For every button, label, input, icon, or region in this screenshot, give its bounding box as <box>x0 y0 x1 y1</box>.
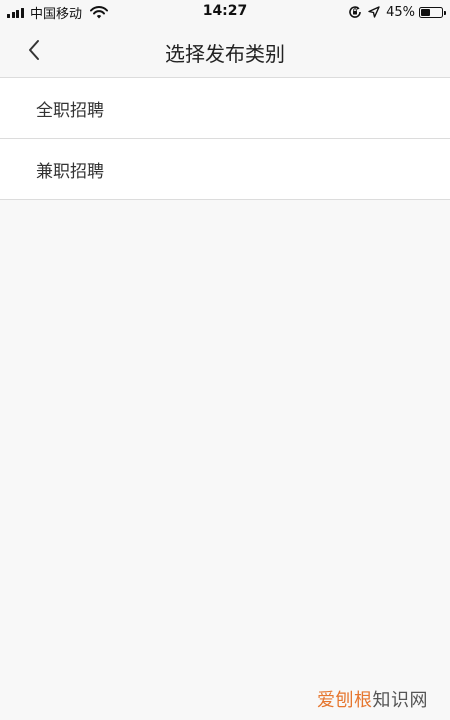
status-bar: 中国移动 14:27 45% <box>0 0 450 24</box>
navigation-bar: 选择发布类别 <box>0 24 450 78</box>
watermark-part2: 知识网 <box>372 690 428 711</box>
list-item-full-time[interactable]: 全职招聘 <box>0 78 450 139</box>
watermark: 爱刨根知识网 <box>317 686 428 712</box>
list-item-label: 兼职招聘 <box>36 161 104 182</box>
watermark-part1: 爱刨根 <box>317 690 373 711</box>
battery-nub <box>444 10 446 15</box>
page-title: 选择发布类别 <box>165 42 285 66</box>
battery-fill <box>421 8 430 16</box>
location-icon <box>368 6 380 18</box>
list-item-part-time[interactable]: 兼职招聘 <box>0 139 450 200</box>
list-item-label: 全职招聘 <box>36 100 104 121</box>
battery-icon <box>419 6 446 18</box>
orientation-lock-icon <box>348 5 362 19</box>
battery-percent: 45% <box>386 4 415 20</box>
category-list: 全职招聘 兼职招聘 <box>0 78 450 200</box>
status-right: 45% <box>348 3 446 21</box>
